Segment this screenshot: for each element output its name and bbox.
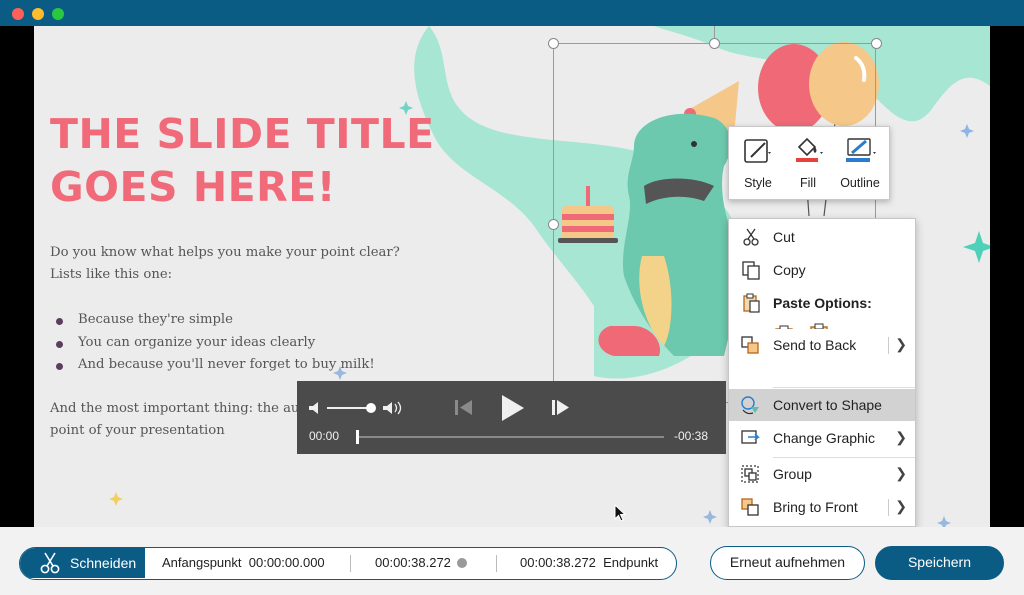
menu-item-cut[interactable]: Cut xyxy=(729,221,915,253)
style-icon xyxy=(744,139,771,163)
trim-toolbar: Schneiden Anfangspunkt 00:00:00.000 00:0… xyxy=(0,527,1024,595)
menu-item-label: Bring to Front xyxy=(773,499,858,515)
recording-preview: THE SLIDE TITLE GOES HERE! Do you know w… xyxy=(0,26,1024,527)
menu-item-label: Paste Options: xyxy=(773,295,872,311)
resize-handle-top-right[interactable] xyxy=(871,38,882,49)
playback-scrubber[interactable] xyxy=(357,436,664,438)
start-point-field[interactable]: Anfangspunkt 00:00:00.000 xyxy=(162,548,325,578)
divider xyxy=(496,555,497,572)
split-divider xyxy=(888,337,889,354)
intro-line-2: Lists like this one: xyxy=(50,267,173,282)
save-button[interactable]: Speichern xyxy=(875,546,1004,580)
menu-item-group[interactable]: Group ❯ xyxy=(729,458,915,490)
menu-item-label: Copy xyxy=(773,262,806,278)
close-window-button[interactable] xyxy=(12,8,24,20)
menu-item-convert-to-shape[interactable]: Convert to Shape xyxy=(729,389,915,421)
list-item: Because they're simple xyxy=(52,309,375,332)
media-controls: 00:00 -00:38 xyxy=(297,381,726,454)
list-item: And because you'll never forget to buy m… xyxy=(52,354,375,377)
menu-item-label: Send to Back xyxy=(773,337,857,353)
style-label: Style xyxy=(744,176,772,190)
menu-item-send-to-back[interactable]: Send to Back ❯ xyxy=(729,329,915,361)
outline-button[interactable]: Outline xyxy=(833,133,887,195)
slide-title-line-1: THE SLIDE TITLE xyxy=(50,110,435,158)
style-button[interactable]: Style xyxy=(737,133,779,195)
minimize-window-button[interactable] xyxy=(32,8,44,20)
clipboard-icon xyxy=(729,293,773,313)
chevron-right-icon: ❯ xyxy=(895,429,907,445)
resize-handle-top-left[interactable] xyxy=(548,38,559,49)
slide-title[interactable]: THE SLIDE TITLE GOES HERE! xyxy=(50,108,470,214)
menu-item-label: Group xyxy=(773,466,812,482)
title-bar xyxy=(0,0,1024,26)
trim-range-group: Schneiden Anfangspunkt 00:00:00.000 00:0… xyxy=(19,547,677,580)
convert-shape-icon xyxy=(729,395,773,415)
cut-label: Schneiden xyxy=(70,555,137,571)
list-item: You can organize your ideas clearly xyxy=(52,332,375,355)
mouse-cursor-icon xyxy=(614,504,627,522)
context-menu: Cut Copy Paste Options: Convert to Shape… xyxy=(728,218,916,527)
send-to-back-icon xyxy=(729,335,773,355)
chevron-right-icon: ❯ xyxy=(895,465,907,481)
menu-item-label: Convert to Shape xyxy=(773,397,882,413)
menu-item-label: Change Graphic xyxy=(773,430,875,446)
menu-item-change-graphic[interactable]: Change Graphic ❯ xyxy=(729,422,915,454)
play-icon[interactable] xyxy=(502,395,524,421)
divider xyxy=(350,555,351,572)
current-time: 00:00 xyxy=(309,429,340,443)
scissors-icon xyxy=(729,228,773,246)
duration-value: 00:00:38.272 xyxy=(375,555,451,570)
end-point-field[interactable]: 00:00:38.272 Endpunkt xyxy=(520,548,658,578)
copy-icon xyxy=(729,260,773,280)
resize-handle-top[interactable] xyxy=(709,38,720,49)
menu-item-bring-to-front[interactable]: Bring to Front ❯ xyxy=(729,491,915,523)
slide-intro-text[interactable]: Do you know what helps you make your poi… xyxy=(50,242,400,286)
end-point-value: 00:00:38.272 xyxy=(520,555,596,570)
skip-forward-icon[interactable] xyxy=(552,400,569,415)
cut-button[interactable]: Schneiden xyxy=(20,548,145,578)
intro-line-1: Do you know what helps you make your poi… xyxy=(50,245,400,260)
group-icon xyxy=(729,464,773,484)
slide-title-line-2: GOES HERE! xyxy=(50,163,336,211)
fill-bucket-icon xyxy=(796,137,823,162)
remaining-time: -00:38 xyxy=(674,429,709,443)
menu-item-paste-options: Paste Options: xyxy=(729,287,915,319)
change-graphic-icon xyxy=(729,428,773,448)
skip-back-icon[interactable] xyxy=(455,400,472,415)
fill-label: Fill xyxy=(800,176,816,190)
bring-to-front-icon xyxy=(729,497,773,517)
menu-item-label: Cut xyxy=(773,229,795,245)
chevron-right-icon[interactable]: ❯ xyxy=(895,498,907,515)
scrubber-knob[interactable] xyxy=(356,430,359,444)
volume-low-icon[interactable] xyxy=(309,402,318,426)
fill-button[interactable]: Fill xyxy=(787,133,829,195)
duration-field[interactable]: 00:00:38.272 xyxy=(375,548,467,578)
retake-button[interactable]: Erneut aufnehmen xyxy=(710,546,865,580)
slide-bullet-list[interactable]: Because they're simple You can organize … xyxy=(52,309,375,377)
menu-separator xyxy=(773,387,915,388)
outline-label: Outline xyxy=(840,176,880,190)
volume-high-icon[interactable] xyxy=(383,401,402,415)
chevron-right-icon[interactable]: ❯ xyxy=(895,336,907,353)
app-window: THE SLIDE TITLE GOES HERE! Do you know w… xyxy=(0,0,1024,595)
resize-handle-left[interactable] xyxy=(548,219,559,230)
volume-slider[interactable] xyxy=(327,403,376,413)
start-point-value: 00:00:00.000 xyxy=(248,555,325,570)
start-point-label: Anfangspunkt xyxy=(162,555,242,570)
end-point-label: Endpunkt xyxy=(603,555,659,570)
split-divider xyxy=(888,499,889,516)
clock-icon xyxy=(456,558,467,568)
format-mini-toolbar: Style Fill Outline xyxy=(728,126,890,200)
zoom-window-button[interactable] xyxy=(52,8,64,20)
outline-pen-icon xyxy=(846,138,876,162)
scissors-icon xyxy=(40,552,60,574)
menu-item-copy[interactable]: Copy xyxy=(729,254,915,286)
